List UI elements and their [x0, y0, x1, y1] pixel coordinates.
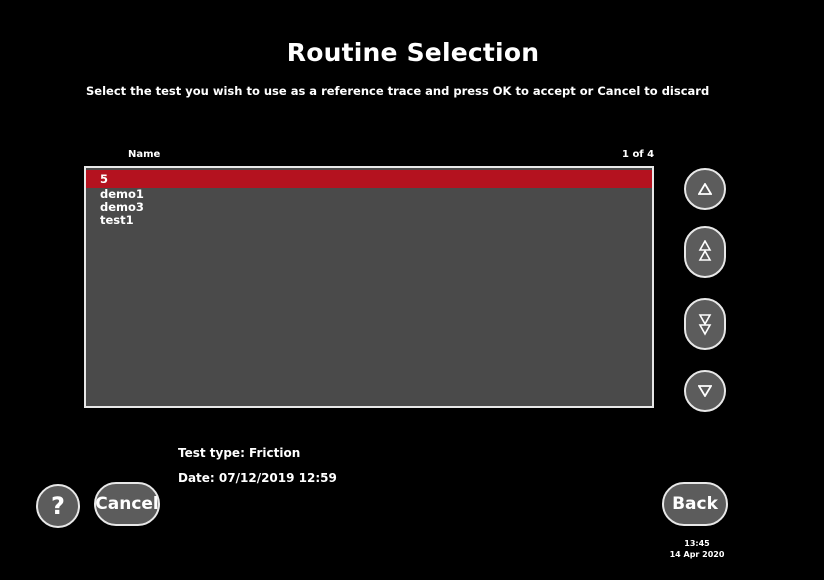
routine-list[interactable]: 5 demo1 demo3 test1: [84, 166, 654, 408]
routine-selection-screen: Routine Selection Select the test you wi…: [10, 10, 816, 572]
page-indicator: 1 of 4: [622, 149, 655, 160]
list-item[interactable]: demo1: [86, 188, 652, 201]
down-arrow-icon: [698, 385, 712, 397]
help-button[interactable]: ?: [36, 484, 80, 528]
test-type-label: Test type: Friction: [178, 446, 301, 460]
clock-time: 13:45: [684, 539, 710, 548]
back-button[interactable]: Back: [662, 482, 728, 526]
list-item[interactable]: demo3: [86, 201, 652, 214]
double-down-arrow-icon: [698, 312, 712, 336]
list-item-selected[interactable]: 5: [86, 170, 652, 188]
test-date-label: Date: 07/12/2019 12:59: [178, 471, 337, 485]
scroll-up-button[interactable]: [684, 168, 726, 210]
page-down-button[interactable]: [684, 298, 726, 350]
list-item[interactable]: test1: [86, 214, 652, 227]
question-icon: ?: [51, 492, 65, 520]
clock-date: 14 Apr 2020: [669, 550, 725, 559]
cancel-button[interactable]: Cancel: [94, 482, 160, 526]
page-title: Routine Selection: [286, 38, 540, 67]
up-arrow-icon: [698, 183, 712, 195]
instruction-text: Select the test you wish to use as a ref…: [86, 84, 710, 98]
page-up-button[interactable]: [684, 226, 726, 278]
scroll-down-button[interactable]: [684, 370, 726, 412]
double-up-arrow-icon: [698, 240, 712, 264]
name-column-header: Name: [128, 149, 161, 160]
